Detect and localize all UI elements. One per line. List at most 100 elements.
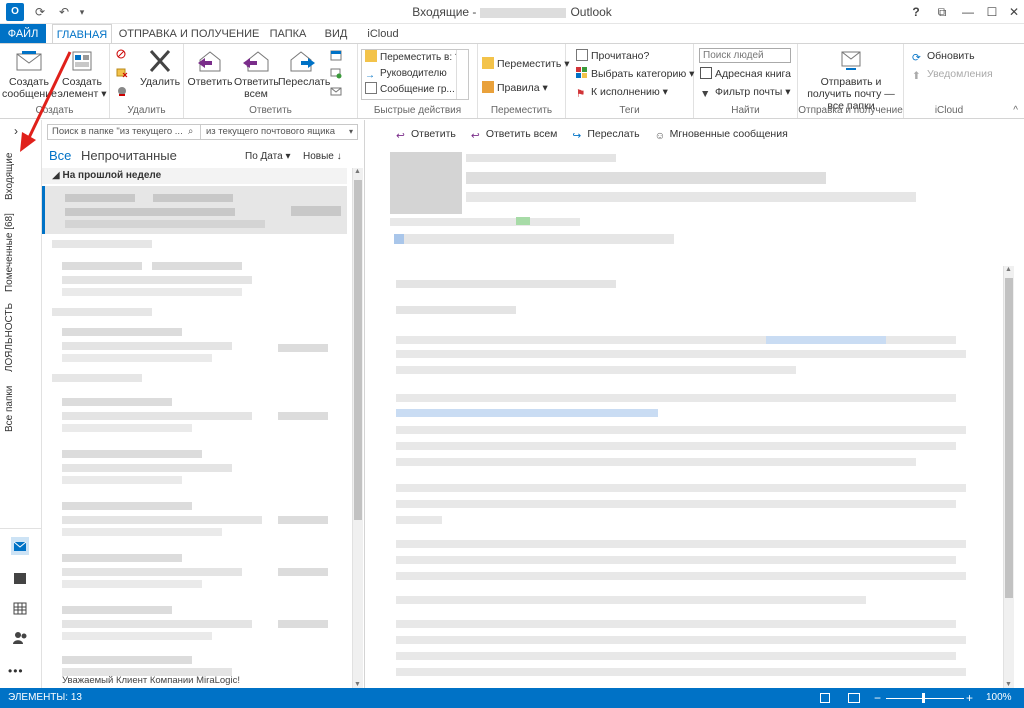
list-item[interactable] — [42, 254, 347, 302]
list-item[interactable] — [42, 598, 347, 646]
list-item-selected[interactable] — [42, 186, 347, 234]
move-folder-icon — [482, 57, 494, 69]
quick-steps-scroll[interactable] — [456, 50, 468, 99]
refresh-icon: ⟳ — [912, 52, 921, 64]
clean-up-button[interactable] — [116, 66, 131, 82]
zoom-in-icon[interactable]: + — [966, 688, 973, 708]
scroll-up-icon[interactable]: ▲ — [354, 168, 361, 175]
reading-pane-scrollbar[interactable]: ▲ ▼ — [1003, 266, 1014, 688]
normal-view-icon[interactable] — [820, 693, 830, 703]
flag-icon: ⚑ — [576, 88, 586, 100]
zoom-out-icon[interactable]: − — [874, 688, 881, 708]
calendar-icon[interactable] — [10, 568, 30, 588]
blurred-divider — [52, 308, 152, 316]
reading-scroll-thumb[interactable] — [1005, 278, 1013, 598]
group-find: Поиск людей Адресная книга ▼ Фильтр почты… — [694, 44, 798, 118]
minimize-button[interactable]: — — [956, 2, 980, 22]
reading-scroll-down-icon[interactable]: ▼ — [1005, 681, 1012, 688]
search-people-input[interactable]: Поиск людей — [699, 48, 791, 63]
list-item[interactable] — [42, 442, 347, 490]
reply-button[interactable]: Ответить — [186, 48, 234, 88]
reply-all-button[interactable]: Ответить всем — [234, 48, 279, 100]
sort-order[interactable]: Новые ↓ — [303, 151, 342, 162]
ribbon-tabs: ФАЙЛ ГЛАВНАЯ ОТПРАВКА И ПОЛУЧЕНИЕ ПАПКА … — [0, 24, 1024, 45]
scope-dropdown-icon[interactable]: ▾ — [349, 125, 353, 139]
junk-button[interactable] — [116, 84, 131, 100]
people-icon[interactable] — [10, 628, 30, 648]
search-divider — [200, 125, 201, 139]
mark-read-button[interactable]: Прочитано? — [576, 48, 649, 64]
group-label-delete: Удалить — [127, 105, 166, 116]
more-apps-icon[interactable]: ••• — [8, 664, 24, 678]
close-button[interactable]: ✕ — [1002, 2, 1024, 22]
reading-reply-all-button[interactable]: ↩ Ответить всем — [471, 128, 558, 142]
search-scope-select[interactable]: из текущего почтового ящика — [206, 125, 335, 139]
list-item[interactable]: Уважаемый Клиент Компании MiraLogic! — [42, 650, 347, 688]
meeting-reply-button[interactable] — [330, 48, 345, 64]
forward-small-icon: ↪ — [572, 130, 582, 142]
address-book-button[interactable]: Адресная книга — [700, 66, 791, 82]
nav-all-folders[interactable]: Все папки — [4, 386, 15, 432]
quick-step-move-to[interactable]: Переместить в: ? — [362, 50, 456, 66]
folder-pane-minimized: › Входящие Помеченные [68] ЛОЯЛЬНОСТЬ Вс… — [0, 120, 42, 688]
icloud-refresh-button[interactable]: ⟳ Обновить — [912, 48, 975, 64]
tab-send-receive[interactable]: ОТПРАВКА И ПОЛУЧЕНИЕ — [118, 24, 260, 44]
move-button[interactable]: Переместить ▾ — [482, 56, 570, 72]
group-respond: Ответить Ответить всем Переслать Ответит… — [184, 44, 358, 118]
reading-scroll-up-icon[interactable]: ▲ — [1005, 266, 1012, 273]
categorize-button[interactable]: Выбрать категорию ▾ — [576, 66, 694, 82]
follow-up-button[interactable]: ⚑ К исполнению ▾ — [576, 84, 668, 100]
list-item[interactable] — [42, 546, 347, 594]
title-bar: O ⟳ ↶ ▾ Входящие - Outlook ? ⧉ — ☐ ✕ — [0, 0, 1024, 24]
zoom-level[interactable]: 100% — [986, 688, 1012, 708]
nav-folder-inbox[interactable]: Входящие — [4, 153, 15, 200]
nav-folder-loyalty[interactable]: ЛОЯЛЬНОСТЬ — [4, 303, 15, 372]
group-header-last-week[interactable]: ◢ На прошлой неделе — [42, 168, 347, 184]
message-list-scrollbar[interactable]: ▲ ▼ — [352, 168, 363, 688]
ribbon-display-options-button[interactable]: ⧉ — [930, 2, 954, 22]
group-send-receive: Отправить и получить почту — все папки О… — [798, 44, 904, 118]
message-list-scroll-thumb[interactable] — [354, 180, 362, 520]
tab-folder[interactable]: ПАПКА — [264, 24, 312, 44]
reading-im-button[interactable]: ☺ Мгновенные сообщения — [655, 128, 788, 142]
list-item[interactable] — [42, 390, 347, 438]
send-receive-all-button[interactable]: Отправить и получить почту — все папки — [800, 48, 902, 112]
im-icon — [330, 68, 342, 79]
filter-email-button[interactable]: ▼ Фильтр почты ▾ — [700, 84, 791, 100]
search-icon[interactable]: ⌕ — [188, 125, 193, 139]
zoom-slider[interactable] — [886, 698, 964, 699]
zoom-slider-thumb[interactable] — [922, 693, 925, 703]
reading-forward-button[interactable]: ↪ Переслать — [572, 128, 639, 142]
blurred-account — [480, 7, 567, 18]
help-button[interactable]: ? — [904, 2, 928, 22]
reading-view-icon[interactable] — [848, 693, 860, 703]
more-reply-button[interactable] — [330, 84, 345, 100]
collapse-ribbon-icon[interactable]: ^ — [1013, 105, 1018, 116]
folder-icon — [365, 50, 377, 62]
ignore-button[interactable] — [116, 48, 131, 64]
quick-step-team-email[interactable]: Сообщение гр... — [362, 82, 456, 98]
reading-pane: ↩ Ответить ↩ Ответить всем ↪ Переслать ☺ Мгн… — [366, 120, 1024, 688]
list-item[interactable] — [42, 320, 347, 368]
forward-button[interactable]: Переслать — [278, 48, 330, 88]
reading-reply-button[interactable]: ↩ Ответить — [396, 128, 456, 142]
contacts-grid-icon[interactable] — [10, 598, 30, 618]
maximize-button[interactable]: ☐ — [980, 2, 1004, 22]
scroll-down-icon[interactable]: ▼ — [354, 681, 361, 688]
sender-avatar — [390, 152, 462, 214]
rules-button[interactable]: Правила ▾ — [482, 80, 548, 96]
mail-icon[interactable] — [10, 536, 30, 556]
tab-view[interactable]: ВИД — [318, 24, 354, 44]
tab-icloud[interactable]: iCloud — [362, 24, 404, 44]
icloud-notifications-button[interactable]: ⬆ Уведомления — [912, 66, 993, 82]
im-reply-button[interactable] — [330, 66, 345, 82]
blurred-divider — [52, 240, 152, 248]
quick-step-to-manager[interactable]: → Руководителю — [362, 66, 456, 82]
nav-folder-flagged[interactable]: Помеченные [68] — [4, 213, 15, 292]
group-quick-steps: Переместить в: ? → Руководителю Сообщение… — [358, 44, 478, 118]
list-item[interactable] — [42, 494, 347, 542]
sort-by-date[interactable]: По Дата ▾ — [245, 151, 290, 162]
delete-button[interactable]: Удалить — [140, 48, 180, 88]
clean-up-icon — [116, 68, 128, 78]
status-bar: ЭЛЕМЕНТЫ: 13 − + 100% — [0, 688, 1024, 708]
